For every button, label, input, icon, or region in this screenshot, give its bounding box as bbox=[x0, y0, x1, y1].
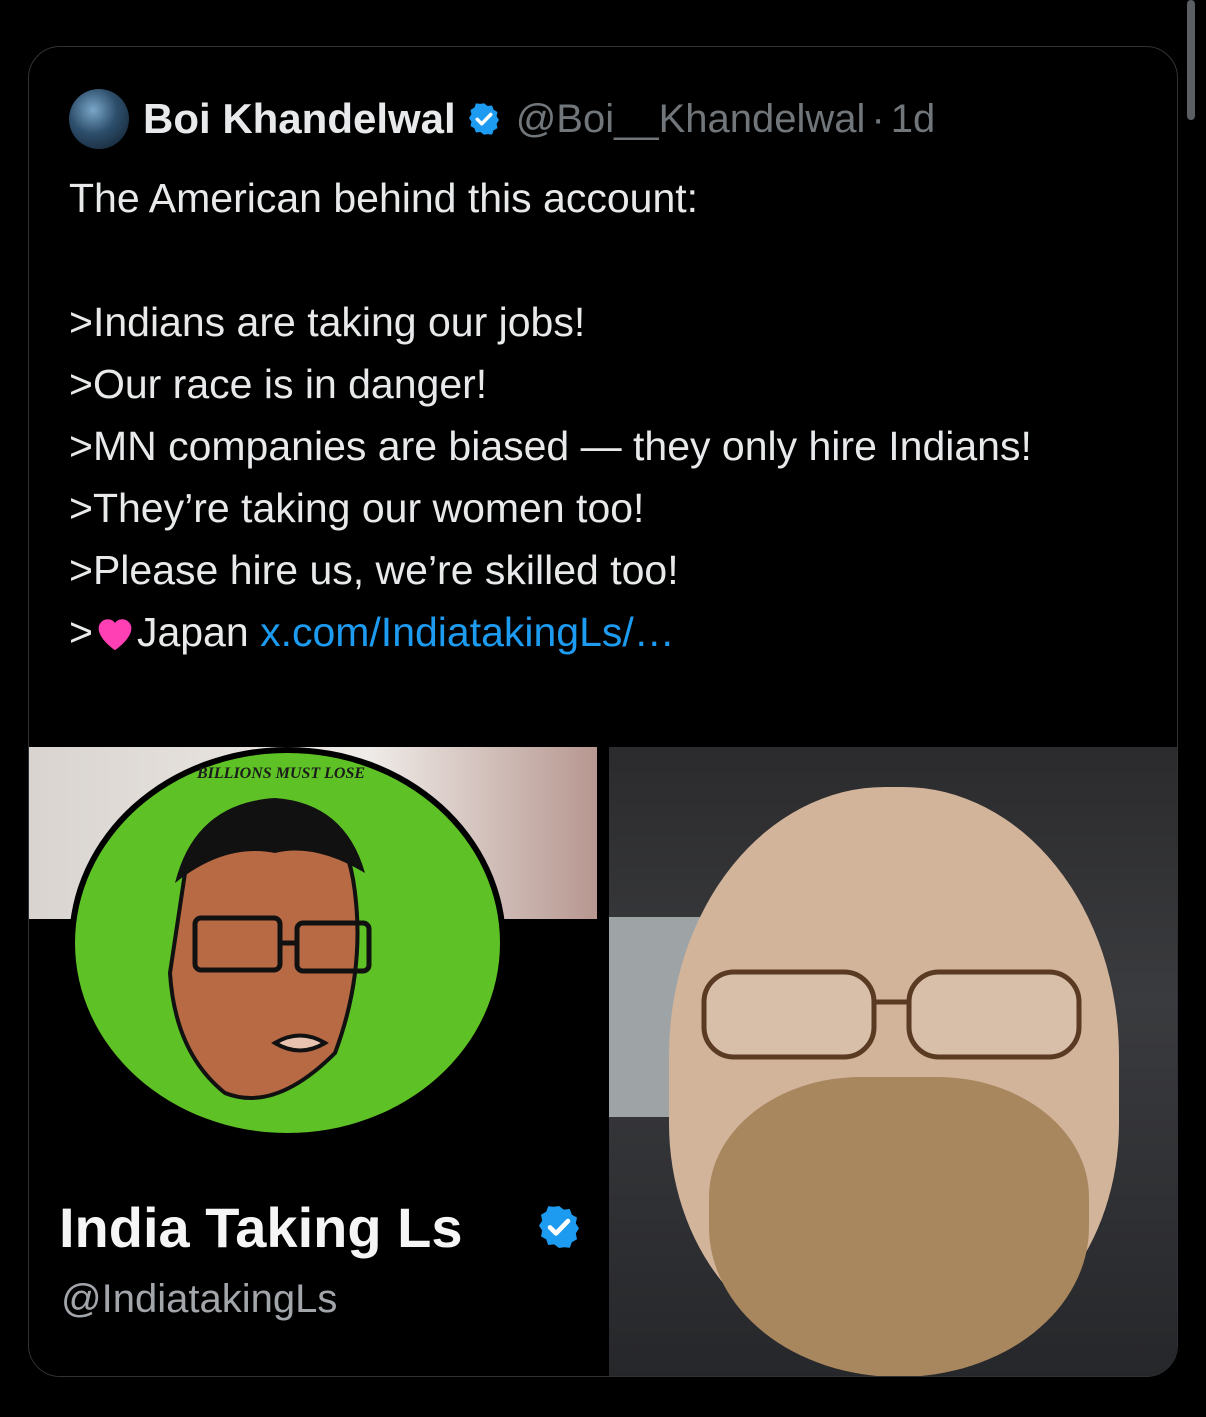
verified-badge-icon bbox=[468, 103, 499, 135]
verified-badge-icon bbox=[539, 1206, 579, 1248]
media-image-right[interactable] bbox=[609, 747, 1177, 1376]
time-separator: · bbox=[871, 96, 885, 141]
scrollbar[interactable] bbox=[1187, 0, 1195, 120]
tweet-line: >Our race is in danger! bbox=[69, 361, 488, 407]
beard-image bbox=[709, 1077, 1089, 1376]
quoted-tweet-card[interactable]: Boi Khandelwal @Boi__Khandelwal · 1d The… bbox=[28, 46, 1178, 1377]
tweet-line: >They’re taking our women too! bbox=[69, 485, 645, 531]
tweet-line: >Please hire us, we’re skilled too! bbox=[69, 547, 679, 593]
tweet-header: Boi Khandelwal @Boi__Khandelwal · 1d bbox=[69, 89, 936, 149]
profile-account-name: India Taking Ls bbox=[59, 1196, 463, 1259]
cartoon-face-icon bbox=[167, 798, 372, 1100]
tweet-line-prefix: > bbox=[69, 609, 93, 655]
author-name[interactable]: Boi Khandelwal bbox=[143, 95, 456, 143]
author-handle[interactable]: @Boi__Khandelwal bbox=[516, 97, 866, 142]
tweet-line: >Indians are taking our jobs! bbox=[69, 299, 586, 345]
media-image-left[interactable]: BILLIONS MUST LOSE India Taking Ls @Indi… bbox=[29, 747, 597, 1376]
glasses-icon bbox=[701, 969, 1082, 1060]
tweet-line: The American behind this account: bbox=[69, 175, 699, 221]
profile-account-handle: @IndiatakingLs bbox=[61, 1277, 338, 1321]
tweet-link[interactable]: x.com/IndiatakingLs/… bbox=[260, 609, 675, 655]
author-avatar[interactable] bbox=[69, 89, 129, 149]
pink-heart-icon bbox=[98, 619, 132, 651]
tweet-text: The American behind this account: >India… bbox=[69, 167, 1129, 663]
profile-avatar-image: BILLIONS MUST LOSE bbox=[69, 747, 506, 1139]
tweet-time[interactable]: 1d bbox=[891, 97, 936, 142]
tweet-line: >MN companies are biased — they only hir… bbox=[69, 423, 1032, 469]
tweet-line: Japan bbox=[136, 609, 261, 655]
